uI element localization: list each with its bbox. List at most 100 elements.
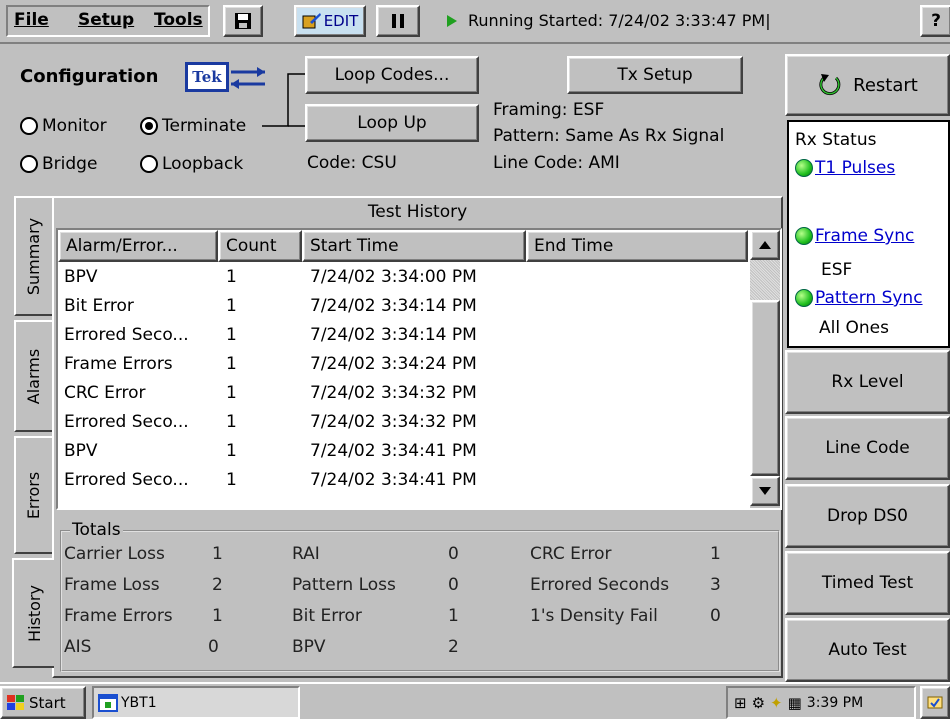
- t1-pulses-status[interactable]: T1 Pulses: [795, 158, 895, 178]
- table-row[interactable]: Errored Seco... 1 7/24/02 3:34:32 PM: [58, 409, 748, 438]
- vertical-scrollbar[interactable]: [750, 230, 780, 508]
- table-body: BPV 1 7/24/02 3:34:00 PM Bit Error 1 7/24/02…: [58, 264, 748, 508]
- save-button[interactable]: [223, 5, 263, 37]
- edit-button[interactable]: EDIT: [294, 5, 366, 37]
- scroll-up-button[interactable]: [750, 230, 780, 260]
- mode-terminate-radio[interactable]: Terminate: [140, 116, 246, 136]
- desktop-icon: [927, 696, 943, 708]
- tab-label: History: [24, 584, 44, 642]
- edit-label: EDIT: [323, 12, 359, 30]
- green-led-icon: [795, 289, 813, 307]
- table-row[interactable]: BPV 1 7/24/02 3:34:41 PM: [58, 438, 748, 467]
- menu-setup[interactable]: Setup: [78, 10, 134, 30]
- total-label: 1's Density Fail: [530, 606, 658, 626]
- loop-up-button[interactable]: Loop Up: [305, 104, 479, 142]
- pattern-sync-value: All Ones: [819, 318, 889, 338]
- tab-label: Alarms: [24, 348, 44, 404]
- total-value: 0: [208, 637, 219, 657]
- restart-label: Restart: [853, 74, 918, 96]
- windows-flag-icon: [7, 694, 24, 710]
- green-led-icon: [795, 159, 813, 177]
- total-value: 1: [212, 606, 223, 626]
- taskbar-app-ybt1[interactable]: YBT1: [92, 686, 300, 719]
- running-play-icon: [447, 15, 457, 27]
- total-value: 2: [448, 637, 459, 657]
- table-row[interactable]: CRC Error 1 7/24/02 3:34:32 PM: [58, 380, 748, 409]
- radio-label: Bridge: [42, 154, 98, 174]
- menu-file[interactable]: File: [14, 10, 49, 30]
- config-connector-lines: [262, 73, 306, 127]
- table-row[interactable]: Bit Error 1 7/24/02 3:34:14 PM: [58, 293, 748, 322]
- frame-sync-link[interactable]: Frame Sync: [815, 226, 914, 246]
- table-row[interactable]: Errored Seco... 1 7/24/02 3:34:14 PM: [58, 322, 748, 351]
- radio-label: Terminate: [162, 116, 247, 136]
- scroll-track[interactable]: [750, 260, 780, 300]
- drop-ds0-button[interactable]: Drop DS0: [785, 484, 950, 548]
- clock: 3:39 PM: [806, 694, 864, 711]
- rx-level-button[interactable]: Rx Level: [785, 350, 950, 414]
- loop-codes-button[interactable]: Loop Codes...: [305, 56, 479, 94]
- total-value: 3: [710, 575, 721, 595]
- menu-tools[interactable]: Tools: [154, 10, 203, 30]
- bulb-icon[interactable]: ✦: [770, 694, 783, 712]
- keyboard-icon[interactable]: ▦: [788, 694, 802, 712]
- frame-sync-status[interactable]: Frame Sync: [795, 226, 914, 246]
- tab-errors[interactable]: Errors: [14, 436, 52, 554]
- column-header-end-time[interactable]: End Time: [526, 230, 748, 262]
- auto-test-button[interactable]: Auto Test: [785, 618, 950, 682]
- framing-text: Framing: ESF: [493, 100, 605, 120]
- network-icon[interactable]: ⊞: [734, 694, 747, 712]
- total-label: Pattern Loss: [292, 575, 396, 595]
- tx-setup-button[interactable]: Tx Setup: [567, 56, 743, 94]
- column-header-alarm[interactable]: Alarm/Error...: [58, 230, 218, 262]
- total-value: 0: [448, 544, 459, 564]
- table-row[interactable]: BPV 1 7/24/02 3:34:00 PM: [58, 264, 748, 293]
- mode-loopback-radio[interactable]: Loopback: [140, 154, 243, 174]
- app-window-icon: [98, 693, 118, 712]
- edit-icon: [302, 13, 321, 29]
- mode-monitor-radio[interactable]: Monitor: [20, 116, 107, 136]
- totals-title: Totals: [70, 520, 123, 540]
- sync-icon[interactable]: ⚙: [752, 694, 765, 712]
- frame-sync-value: ESF: [821, 260, 853, 280]
- radio-circle: [140, 155, 158, 173]
- t1-pulses-link[interactable]: T1 Pulses: [815, 158, 895, 178]
- table-row[interactable]: Frame Errors 1 7/24/02 3:34:24 PM: [58, 351, 748, 380]
- config-title: Configuration: [20, 66, 159, 87]
- start-button[interactable]: Start: [0, 686, 86, 719]
- tab-history[interactable]: History: [12, 558, 54, 668]
- pattern-text: Pattern: Same As Rx Signal: [493, 126, 725, 146]
- rx-status-panel: Rx Status T1 Pulses Frame Sync ESF Patte…: [787, 120, 950, 348]
- system-tray: ⊞ ⚙ ✦ ▦ 3:39 PM: [726, 686, 916, 719]
- mode-bridge-radio[interactable]: Bridge: [20, 154, 97, 174]
- scroll-down-button[interactable]: [750, 476, 780, 506]
- pattern-sync-link[interactable]: Pattern Sync: [815, 288, 923, 308]
- rx-status-title: Rx Status: [795, 130, 877, 150]
- column-header-start-time[interactable]: Start Time: [302, 230, 526, 262]
- desktop-button[interactable]: [920, 686, 950, 719]
- tab-summary[interactable]: Summary: [14, 196, 52, 316]
- start-label: Start: [29, 693, 66, 712]
- column-header-count[interactable]: Count: [218, 230, 302, 262]
- scroll-thumb[interactable]: [750, 300, 780, 476]
- radio-circle-selected: [140, 117, 158, 135]
- radio-circle: [20, 155, 38, 173]
- total-label: AIS: [64, 637, 92, 657]
- pause-button[interactable]: [376, 5, 420, 37]
- total-label: Frame Errors: [64, 606, 173, 626]
- total-value: 0: [710, 606, 721, 626]
- pattern-sync-status[interactable]: Pattern Sync: [795, 288, 923, 308]
- total-label: CRC Error: [530, 544, 612, 564]
- help-button[interactable]: ?: [920, 5, 950, 37]
- total-value: 1: [212, 544, 223, 564]
- test-history-title: Test History: [367, 202, 468, 222]
- taskbar: Start YBT1 ⊞ ⚙ ✦ ▦ 3:39 PM: [0, 682, 950, 719]
- tab-alarms[interactable]: Alarms: [14, 320, 52, 432]
- table-header: Alarm/Error... Count Start Time End Time: [58, 230, 748, 264]
- total-label: Bit Error: [292, 606, 362, 626]
- line-code-button[interactable]: Line Code: [785, 416, 950, 480]
- restart-button[interactable]: Restart: [785, 54, 950, 116]
- total-value: 0: [448, 575, 459, 595]
- timed-test-button[interactable]: Timed Test: [785, 551, 950, 615]
- table-row[interactable]: Errored Seco... 1 7/24/02 3:34:41 PM: [58, 467, 748, 496]
